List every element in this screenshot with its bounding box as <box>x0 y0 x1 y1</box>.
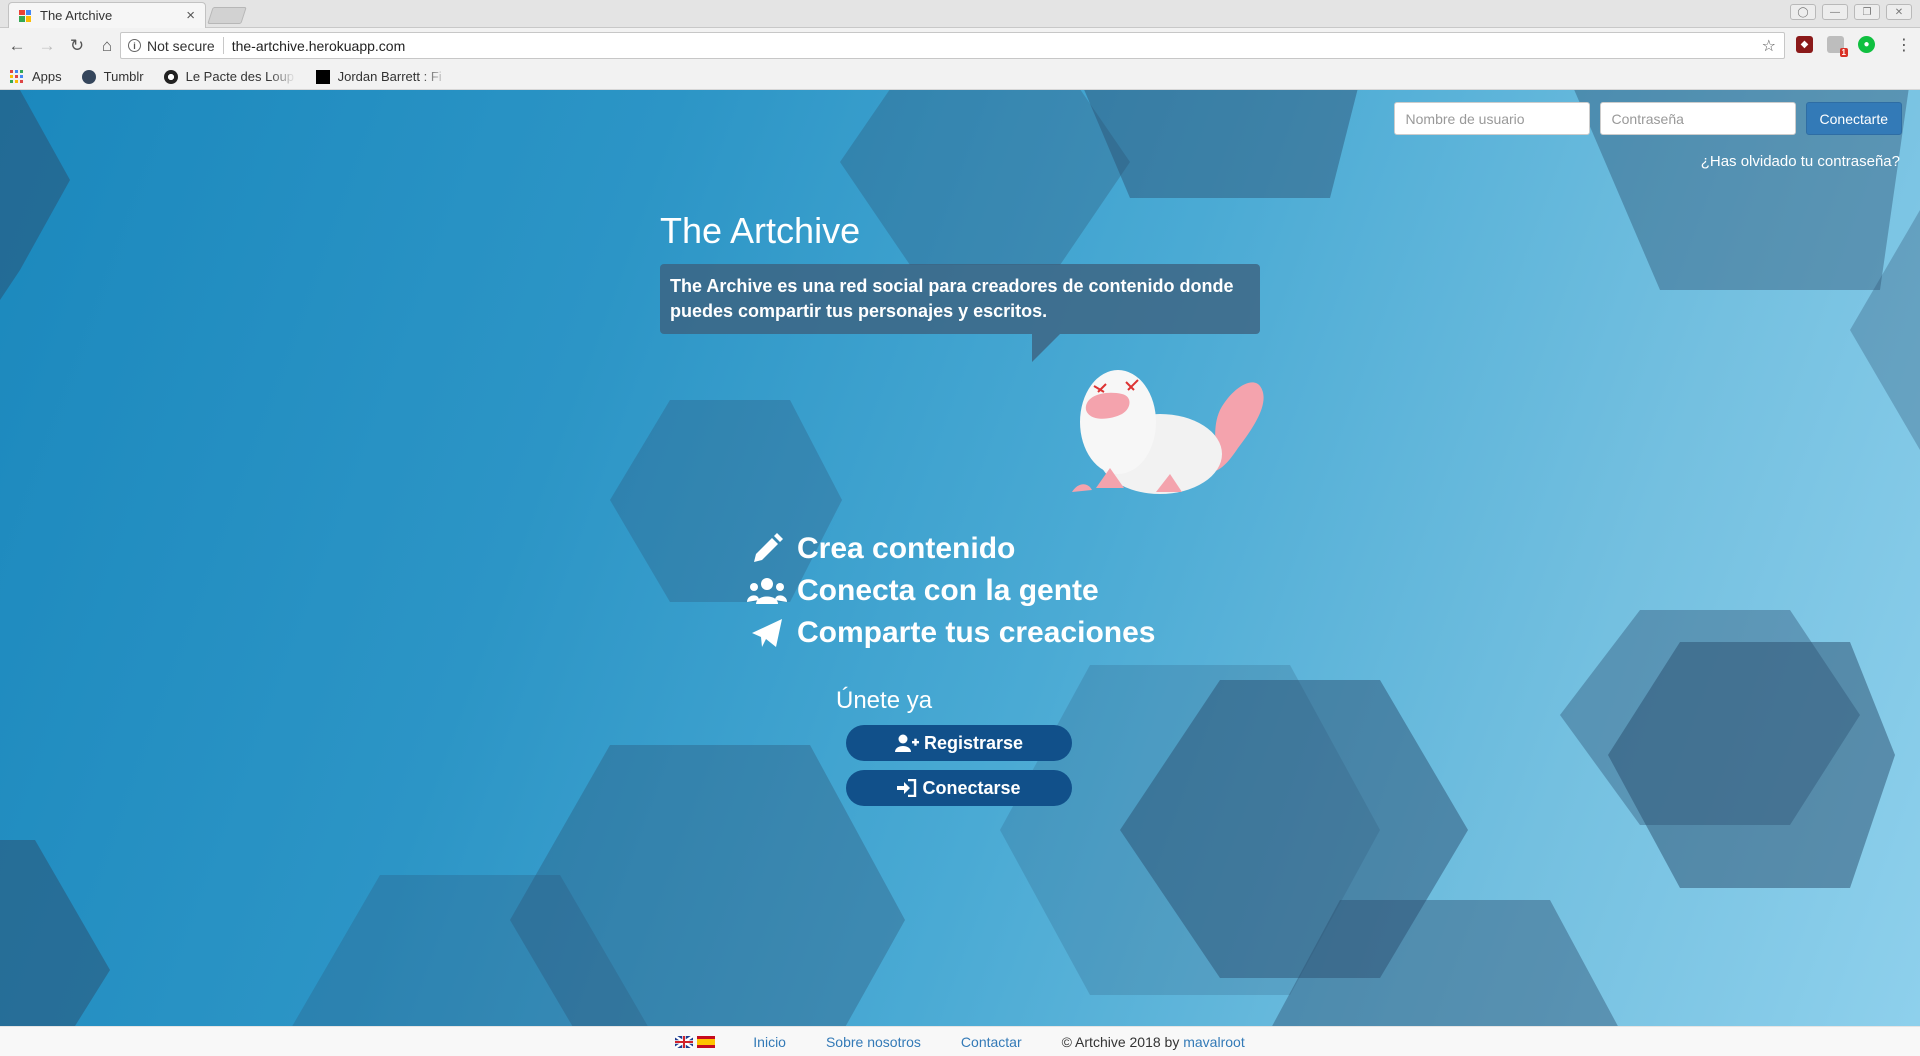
security-status: Not secure <box>147 37 215 54</box>
restore-icon[interactable]: ❐ <box>1854 4 1880 20</box>
bookmark-label: Apps <box>32 69 62 84</box>
uk-flag-icon[interactable] <box>675 1035 694 1048</box>
forward-arrow-icon[interactable]: → <box>34 33 60 59</box>
pencil-icon <box>745 531 789 567</box>
login-form: Conectarte <box>1393 102 1902 135</box>
page-footer: Inicio Sobre nosotros Contactar © Artchi… <box>0 1026 1920 1056</box>
copyright: © Artchive 2018 by mavalroot <box>1062 1034 1245 1050</box>
spain-flag-icon[interactable] <box>697 1035 716 1048</box>
register-button[interactable]: Registrarse <box>846 725 1072 761</box>
address-bar[interactable]: i Not secure the-artchive.herokuapp.com … <box>120 32 1785 59</box>
black-square-icon <box>315 69 330 84</box>
footer-link-about[interactable]: Sobre nosotros <box>826 1034 921 1050</box>
bubble-tail <box>1032 334 1060 362</box>
tab-close-icon[interactable]: × <box>186 7 195 24</box>
site-favicon-icon <box>19 9 31 22</box>
reload-icon[interactable]: ↻ <box>64 33 90 59</box>
bookmark-apps[interactable]: Apps <box>10 69 62 84</box>
platypus-mascot-icon <box>1072 370 1264 494</box>
username-input[interactable] <box>1393 102 1590 135</box>
feature-label: Crea contenido <box>797 532 1016 565</box>
footer-link-contact[interactable]: Contactar <box>961 1034 1022 1050</box>
footer-link-home[interactable]: Inicio <box>753 1034 786 1050</box>
new-tab-button[interactable] <box>207 7 247 24</box>
join-heading: Únete ya <box>836 687 933 714</box>
wolf-icon <box>163 69 178 84</box>
browser-tab[interactable]: The Artchive × <box>8 2 206 28</box>
bookmark-jordan[interactable]: Jordan Barrett : Fi <box>315 69 448 84</box>
feature-label: Comparte tus creaciones <box>797 616 1156 649</box>
window-controls: ◯ — ❐ ✕ <box>1790 4 1912 20</box>
sign-in-icon <box>897 779 917 797</box>
description-bubble: The Archive es una red social para cread… <box>660 264 1260 334</box>
bookmark-star-icon[interactable]: ☆ <box>1762 36 1776 56</box>
extension-badge: 1 <box>1839 48 1848 57</box>
home-icon[interactable]: ⌂ <box>94 33 120 59</box>
feature-item: Conecta con la gente <box>745 570 1155 612</box>
register-label: Registrarse <box>923 732 1024 753</box>
close-window-icon[interactable]: ✕ <box>1886 4 1912 20</box>
tumblr-icon <box>81 69 96 84</box>
apps-grid-icon <box>10 69 24 84</box>
bookmark-tumblr[interactable]: Tumblr <box>81 69 144 84</box>
page-viewport: Conectarte ¿Has olvidado tu contraseña? … <box>0 90 1920 1026</box>
login-label: Conectarse <box>922 777 1021 798</box>
line-icon[interactable]: ● <box>1858 36 1875 53</box>
back-arrow-icon[interactable]: ← <box>4 33 30 59</box>
password-input[interactable] <box>1599 102 1796 135</box>
author-link[interactable]: mavalroot <box>1183 1034 1244 1050</box>
browser-tabstrip: The Artchive × ◯ — ❐ ✕ <box>0 0 1920 28</box>
login-button[interactable]: Conectarse <box>846 770 1072 806</box>
bookmark-label: Le Pacte des Loup <box>185 69 295 84</box>
copyright-text: © Artchive 2018 by <box>1061 1033 1180 1050</box>
page-title: The Artchive <box>660 210 861 251</box>
extension-icon[interactable]: 1 <box>1827 36 1848 57</box>
language-switcher <box>675 1035 716 1048</box>
forgot-password-link[interactable]: ¿Has olvidado tu contraseña? <box>1701 153 1900 170</box>
ublock-icon[interactable]: ◆ <box>1796 36 1813 53</box>
bookmarks-bar: Apps Tumblr Le Pacte des Loup Jordan Bar… <box>0 64 1920 90</box>
feature-item: Crea contenido <box>745 528 1155 570</box>
bookmark-label: Tumblr <box>103 69 144 84</box>
address-separator <box>222 37 224 54</box>
url-text[interactable]: the-artchive.herokuapp.com <box>232 38 1762 54</box>
users-icon <box>745 573 789 609</box>
login-submit-button[interactable]: Conectarte <box>1805 102 1902 135</box>
minimize-icon[interactable]: — <box>1822 4 1848 20</box>
user-plus-icon <box>894 734 919 752</box>
browser-toolbar: ← → ↻ ⌂ i Not secure the-artchive.heroku… <box>0 28 1920 64</box>
profile-icon[interactable]: ◯ <box>1790 4 1816 20</box>
feature-label: Conecta con la gente <box>797 574 1099 607</box>
browser-menu-icon[interactable]: ⋮ <box>1896 35 1912 55</box>
feature-list: Crea contenido Conecta con la gente Comp… <box>745 528 1155 654</box>
extensions: ◆ 1 ● <box>1796 36 1875 57</box>
bookmark-label: Jordan Barrett : Fi <box>337 69 442 84</box>
paper-plane-icon <box>745 615 789 651</box>
tab-title: The Artchive <box>40 8 113 23</box>
info-icon[interactable]: i <box>128 39 141 52</box>
feature-item: Comparte tus creaciones <box>745 612 1155 654</box>
bookmark-pacte[interactable]: Le Pacte des Loup <box>163 69 296 84</box>
